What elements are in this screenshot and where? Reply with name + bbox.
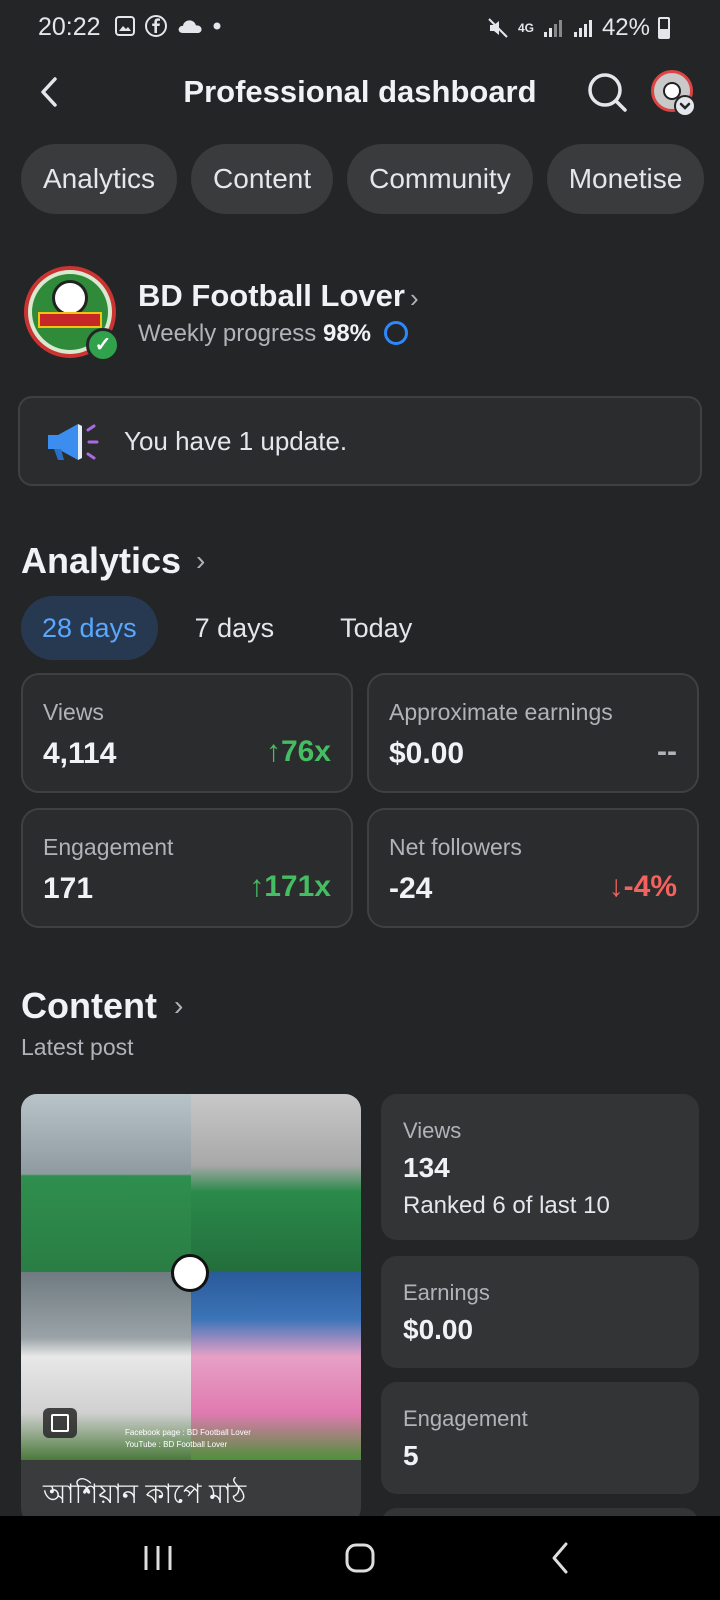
post-caption: আশিয়ান কাপে মাঠ [43,1479,247,1509]
range-7-days[interactable]: 7 days [166,596,304,660]
metric-value: 4,114 [43,737,117,770]
metric-value: 171 [43,872,94,905]
metric-value: -24 [389,872,433,905]
recent-apps-button[interactable] [128,1536,188,1580]
stat-rank: Ranked 6 of last 10 [403,1192,610,1219]
logo-banner [38,312,102,328]
range-28-days[interactable]: 28 days [21,596,158,660]
metric-change: ↑171x [249,870,331,903]
latest-post-label: Latest post [21,1034,134,1060]
signal-icon [543,20,562,37]
weekly-progress-label: Weekly progress [138,320,317,347]
signal-icon-2 [573,20,592,37]
stat-value: $0.00 [403,1314,474,1345]
stat-label: Earnings [403,1280,490,1305]
home-button[interactable] [330,1536,390,1580]
section-tabs: Analytics Content Community Monetise [21,144,705,214]
analytics-heading[interactable]: Analytics [21,540,181,582]
system-nav-bar [0,1516,720,1600]
post-engagement-card[interactable]: Engagement 5 [381,1382,699,1494]
system-back-button[interactable] [532,1536,592,1580]
chevron-right-icon[interactable]: › [410,283,419,314]
metric-card-engagement[interactable]: Engagement 171 ↑171x [21,808,353,928]
home-icon [345,1543,375,1573]
tab-community[interactable]: Community [347,144,533,214]
tab-content[interactable]: Content [191,144,334,214]
verified-check-icon: ✓ [86,328,120,362]
stat-value: 5 [403,1440,419,1471]
update-text: You have 1 update. [124,426,348,456]
metric-card-views[interactable]: Views 4,114 ↑76x [21,673,353,793]
dot-icon [213,22,221,30]
metric-card-earnings[interactable]: Approximate earnings $0.00 -- [367,673,699,793]
chevron-down-icon [674,95,696,117]
metric-value: $0.00 [389,737,465,770]
image-facebook-credit: Facebook page : BD Football Lover [125,1428,251,1437]
cloud-icon [178,20,202,33]
post-views-card[interactable]: Views 134 Ranked 6 of last 10 [381,1094,699,1240]
image-youtube-credit: YouTube : BD Football Lover [125,1440,228,1449]
weekly-progress: Weekly progress 98% [138,320,408,348]
metric-change: ↓-4% [608,870,677,903]
system-icons: 4G 42% [486,14,670,42]
page-name[interactable]: BD Football Lover [138,278,405,314]
metric-label: Approximate earnings [389,699,613,725]
status-time: 20:22 [38,13,101,41]
profile-switcher-button[interactable] [651,70,696,117]
metric-label: Views [43,699,104,725]
post-image-player-2 [191,1094,361,1272]
gallery-icon [115,16,135,36]
chevron-right-icon[interactable]: › [174,990,183,1022]
tab-analytics[interactable]: Analytics [21,144,178,214]
facebook-icon [145,15,167,37]
status-bar: 20:22 4G 42% [0,0,720,52]
photo-type-icon [43,1408,77,1438]
notification-icons [114,14,222,38]
top-bar: Professional dashboard [0,60,720,124]
post-image: Facebook page : BD Football Lover YouTub… [21,1094,361,1460]
football-icon [52,280,88,316]
metric-change: -- [657,735,677,768]
tab-monetise[interactable]: Monetise [546,144,705,214]
post-earnings-card[interactable]: Earnings $0.00 [381,1256,699,1368]
mute-icon [488,18,508,38]
network-type: 4G [517,21,534,35]
metric-change: ↑76x [265,735,331,768]
metric-label: Engagement [43,834,174,860]
post-image-player-1 [21,1094,191,1272]
battery-percent: 42% [601,14,650,41]
stat-value: 134 [403,1152,450,1183]
metric-label: Net followers [389,834,522,860]
date-range-selector: 28 days 7 days Today [21,596,441,660]
weekly-progress-value: 98% [322,320,372,347]
search-icon [588,73,627,112]
update-card[interactable]: You have 1 update. [18,396,702,486]
megaphone-icon [48,424,99,460]
battery-icon [658,17,670,39]
stat-label: Engagement [403,1406,528,1431]
metric-card-net-followers[interactable]: Net followers -24 ↓-4% [367,808,699,928]
progress-ring-icon [383,321,408,345]
back-icon [552,1542,568,1574]
football-icon [171,1254,209,1292]
recent-apps-icon [144,1546,172,1570]
search-button[interactable] [585,70,629,114]
range-today[interactable]: Today [311,596,441,660]
chevron-right-icon[interactable]: › [196,545,205,577]
stat-label: Views [403,1118,462,1143]
content-heading[interactable]: Content [21,985,157,1027]
latest-post-card[interactable]: Facebook page : BD Football Lover YouTub… [21,1094,361,1524]
